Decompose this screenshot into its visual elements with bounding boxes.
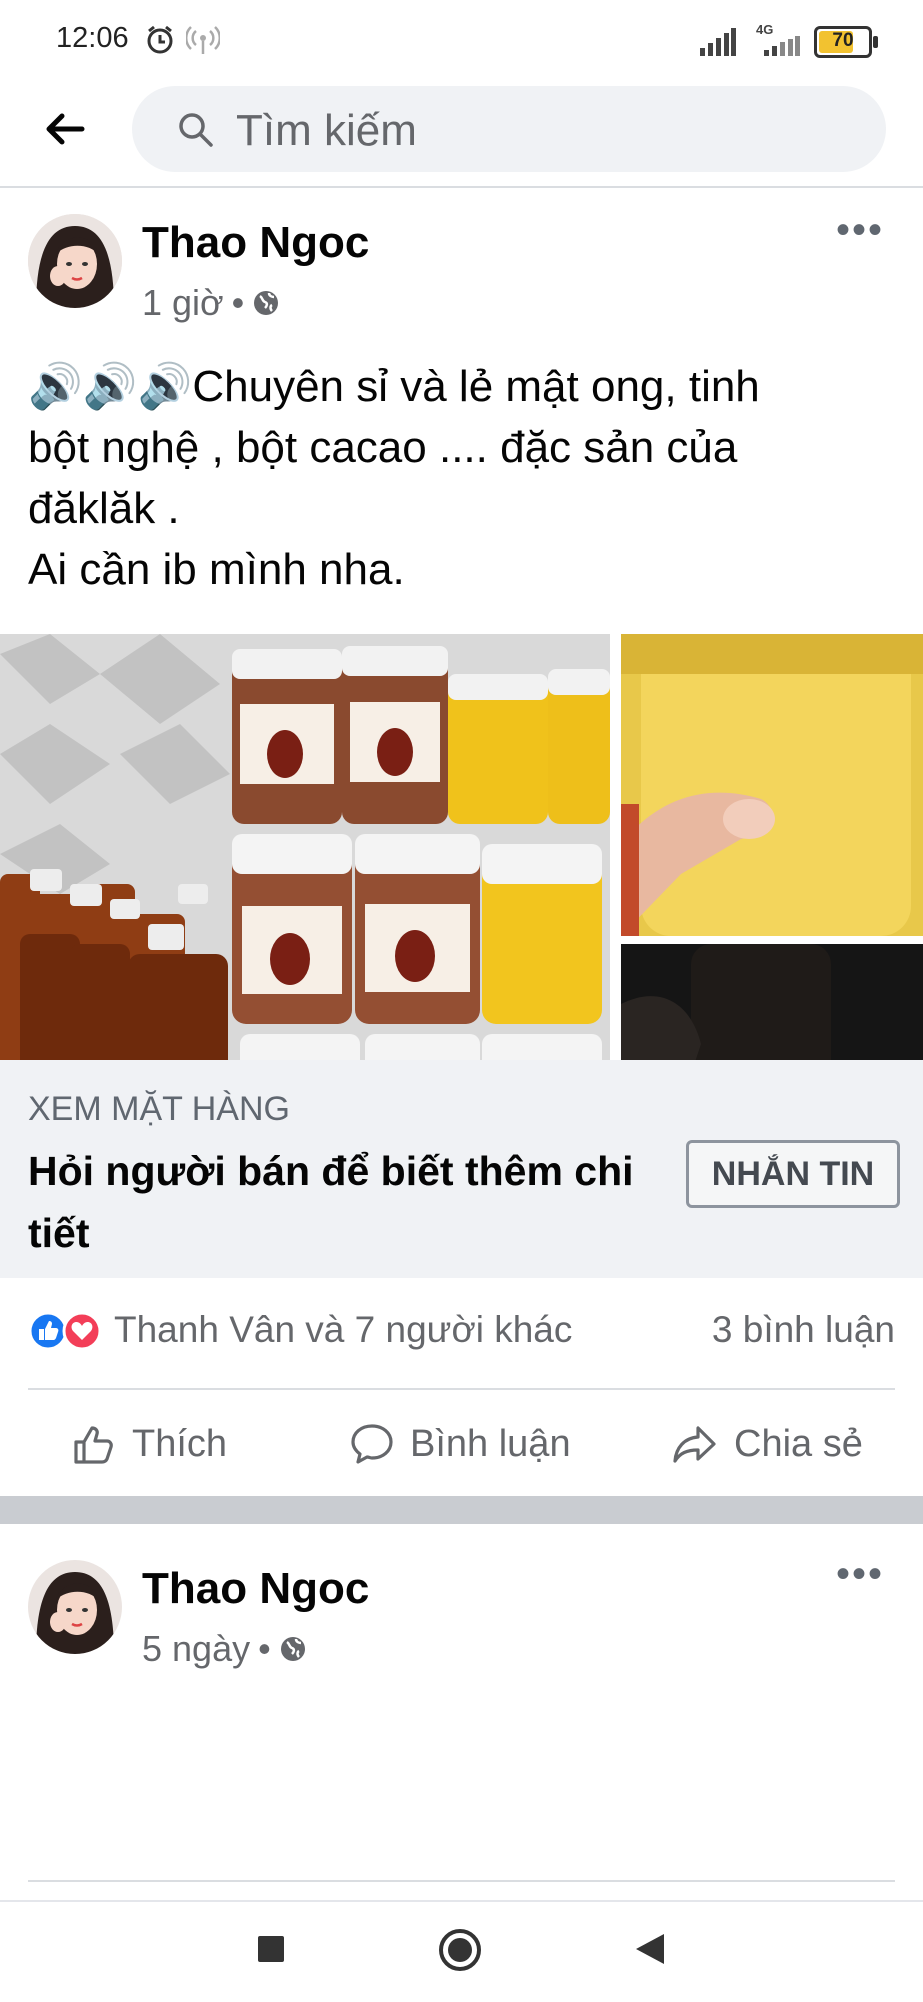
post-2-time[interactable]: 5 ngày	[142, 1628, 250, 1670]
search-input[interactable]: Tìm kiếm	[132, 86, 886, 172]
thumbs-up-icon	[74, 1426, 113, 1464]
comment-button[interactable]: Bình luận	[348, 1416, 571, 1472]
status-time: 12:06	[56, 22, 129, 54]
marketplace-title: Hỏi người bán để biết thêm chi tiết	[28, 1148, 634, 1256]
share-icon	[673, 1426, 716, 1463]
home-icon[interactable]	[438, 1928, 482, 1972]
share-label: Chia sẻ	[734, 1422, 863, 1465]
like-button[interactable]: Thích	[70, 1416, 227, 1472]
love-reaction-icon	[62, 1311, 102, 1351]
reaction-icons[interactable]	[28, 1309, 108, 1353]
feed-separator	[0, 1496, 923, 1524]
globe-icon	[254, 291, 279, 315]
post-author[interactable]: Thao Ngoc	[142, 218, 369, 268]
post-options-button[interactable]: •••	[836, 208, 884, 253]
post-text-line-3: đăklăk .	[28, 484, 180, 533]
system-nav-bar	[0, 1900, 923, 2002]
comments-count[interactable]: 3 bình luận	[712, 1309, 895, 1351]
like-label: Thích	[132, 1422, 228, 1465]
hotspot-icon	[186, 26, 220, 54]
signal-icon-2	[764, 36, 800, 56]
back-icon[interactable]	[634, 1932, 666, 1966]
globe-icon	[280, 1637, 305, 1661]
alarm-icon	[147, 25, 173, 54]
post-actions: Thích Bình luận Chia sẻ	[0, 1392, 923, 1496]
post-2: Thao Ngoc 5 ngày • •••	[0, 1524, 923, 1900]
network-label: 4G	[756, 22, 774, 37]
post-2-meta: 5 ngày •	[142, 1628, 307, 1670]
top-bar: Tìm kiếm	[0, 80, 923, 188]
back-arrow-icon[interactable]	[40, 104, 90, 154]
comment-icon	[351, 1424, 393, 1464]
post-2-author[interactable]: Thao Ngoc	[142, 1564, 369, 1614]
post-time[interactable]: 1 giờ	[142, 282, 224, 324]
avatar[interactable]	[28, 1560, 122, 1654]
post-text-line-4: Ai cần ib mình nha.	[28, 545, 405, 594]
photo-turmeric[interactable]	[621, 634, 923, 936]
comment-label: Bình luận	[410, 1422, 571, 1465]
battery-level: 70	[832, 30, 854, 51]
post-2-options-button[interactable]: •••	[836, 1552, 884, 1597]
post-text-line-2: bột nghệ , bột cacao .... đặc sản của	[28, 423, 738, 472]
marketplace-bar: XEM MẶT HÀNG Hỏi người bán để biết thêm …	[0, 1060, 923, 1278]
search-placeholder: Tìm kiếm	[236, 106, 417, 155]
status-bar: 12:06 4G 70	[0, 0, 923, 80]
reactions-summary[interactable]: Thanh Vân và 7 người khác	[114, 1309, 572, 1351]
search-icon	[179, 113, 213, 147]
signal-icon	[700, 28, 736, 56]
reactions-row: Thanh Vân và 7 người khác 3 bình luận	[0, 1285, 923, 1377]
divider	[28, 1388, 895, 1390]
post-meta: 1 giờ •	[142, 282, 280, 324]
post-text-line-1: 🔊🔊🔊Chuyên sỉ và lẻ mật ong, tinh	[28, 362, 760, 411]
recent-apps-icon[interactable]	[256, 1934, 286, 1964]
post-2-divider	[28, 1880, 895, 1882]
message-seller-button[interactable]: NHẮN TIN	[686, 1140, 900, 1208]
post-text: 🔊🔊🔊Chuyên sỉ và lẻ mật ong, tinh bột ngh…	[28, 356, 898, 600]
avatar[interactable]	[28, 214, 122, 308]
battery-icon: 70	[814, 26, 878, 58]
marketplace-overline: XEM MẶT HÀNG	[28, 1090, 290, 1128]
share-button[interactable]: Chia sẻ	[670, 1416, 863, 1472]
